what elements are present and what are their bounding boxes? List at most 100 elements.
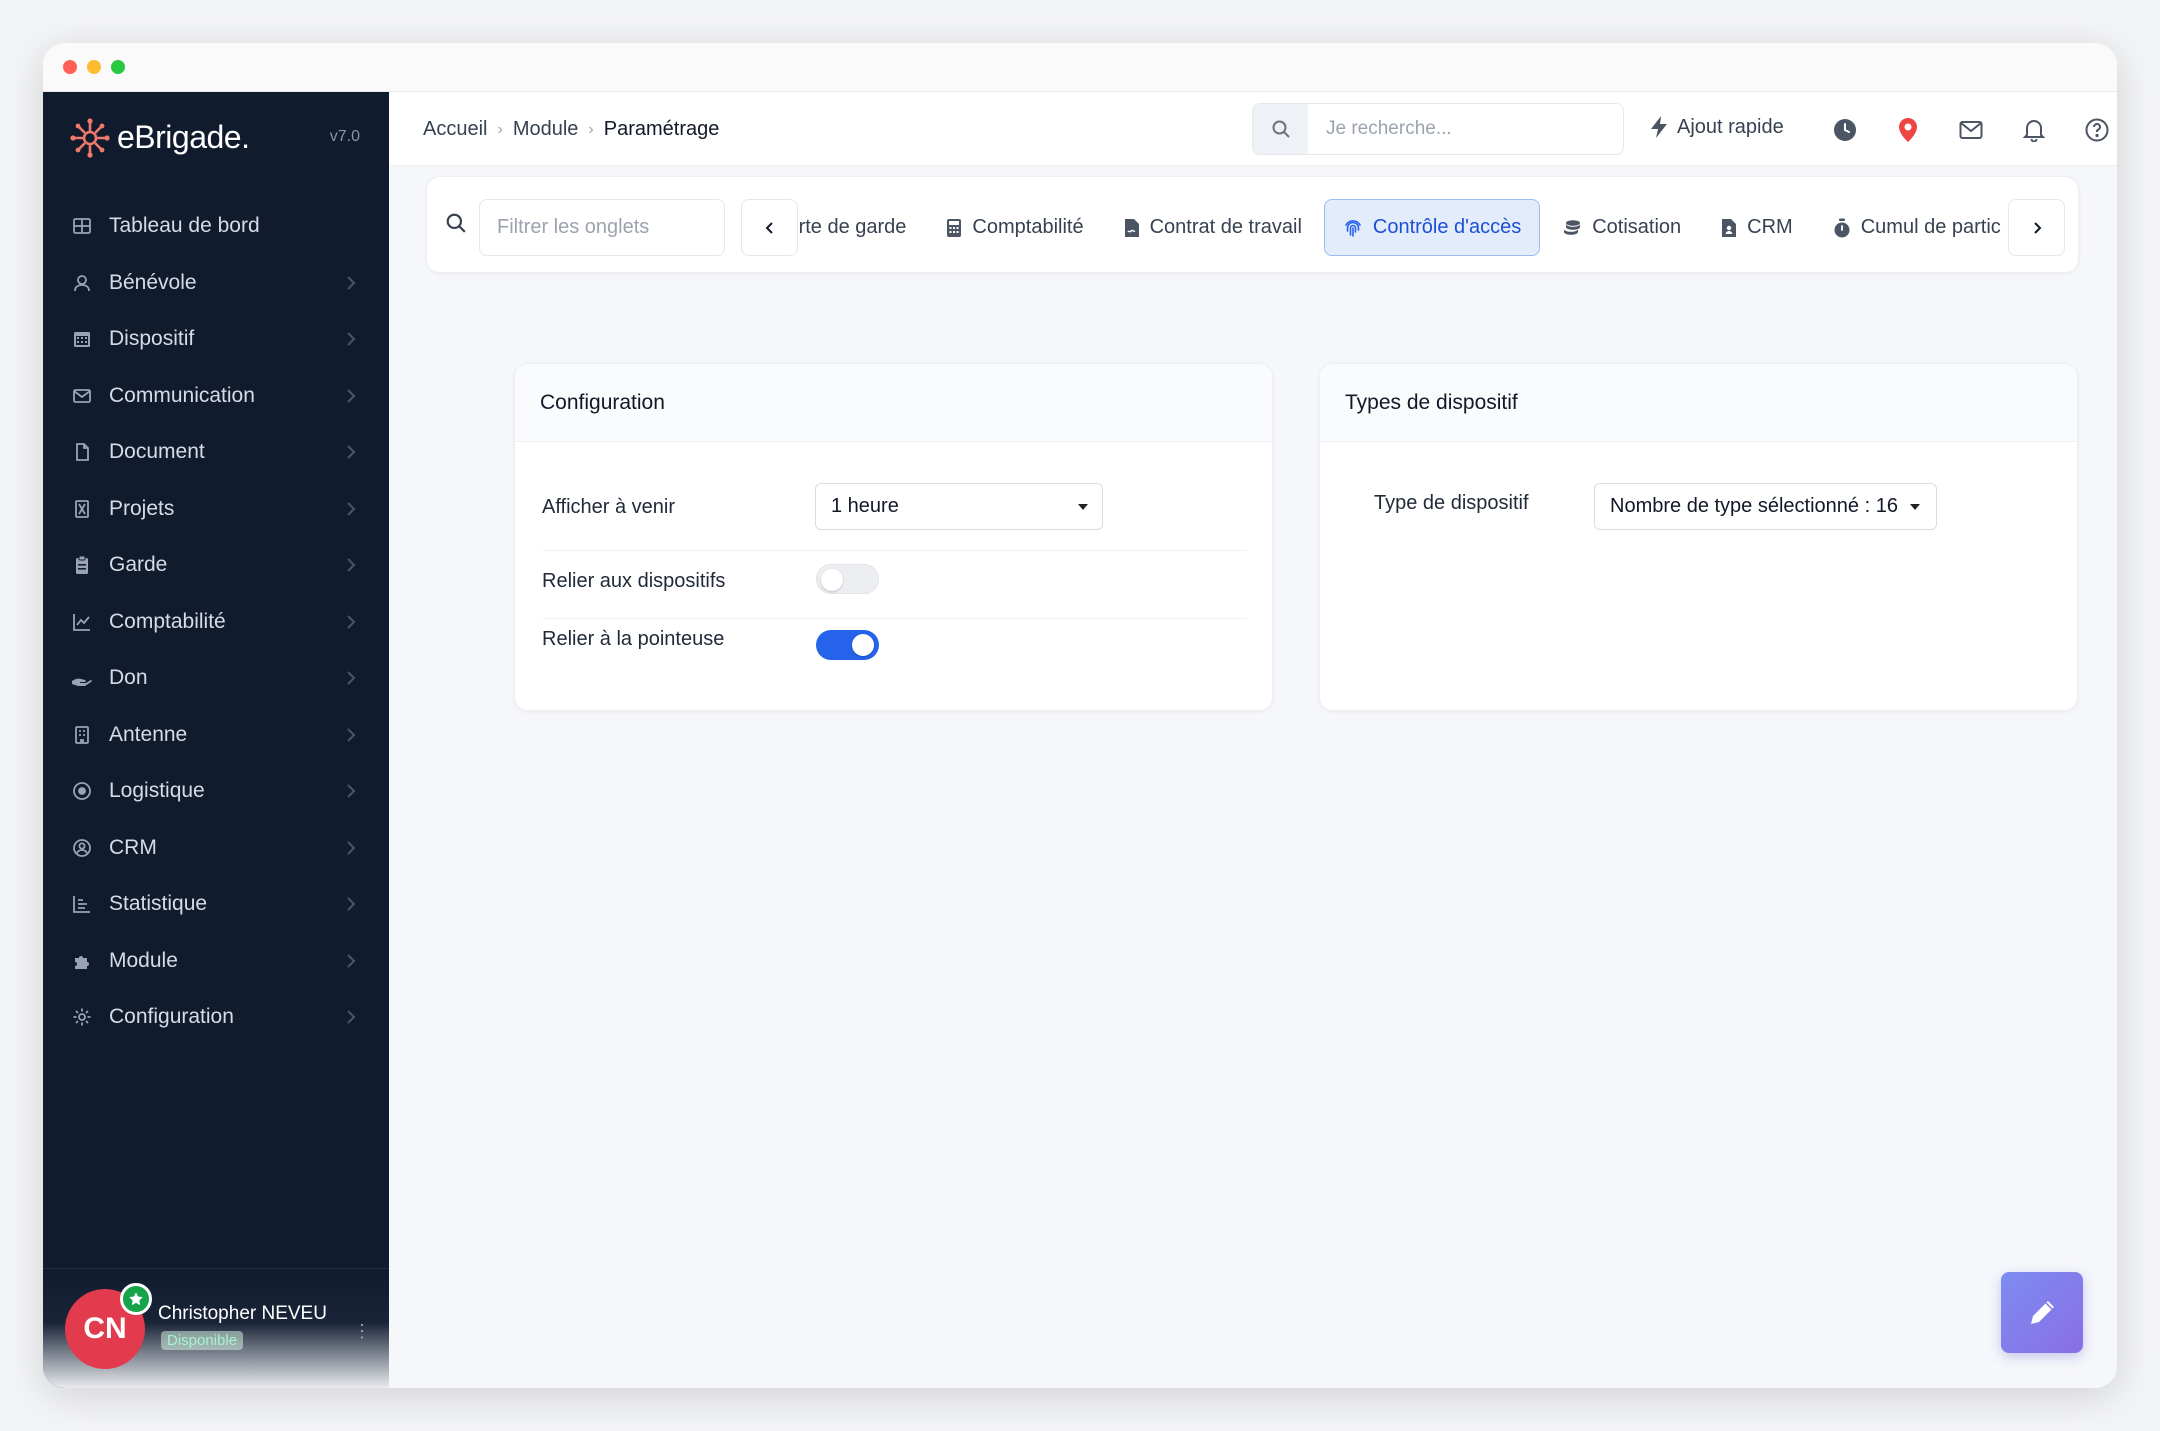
sidebar-item-label: Statistique <box>109 892 208 916</box>
sidebar-item-crm[interactable]: CRM <box>43 820 389 877</box>
sidebar-item-dispositif[interactable]: Dispositif <box>43 311 389 368</box>
breadcrumb-current: Paramétrage <box>603 118 720 140</box>
chevron-right-icon <box>347 727 356 742</box>
sidebar-item-statistique[interactable]: Statistique <box>43 876 389 933</box>
envelope-icon <box>71 385 93 407</box>
puzzle-icon <box>71 950 93 972</box>
tab-filter-input[interactable] <box>479 199 725 256</box>
tab-label: Contrat de travail <box>1149 216 1302 238</box>
link-devices-label: Relier aux dispositifs <box>542 570 726 592</box>
search-icon <box>1253 104 1308 154</box>
sidebar-item-garde[interactable]: Garde <box>43 537 389 594</box>
chevron-right-icon <box>347 501 356 516</box>
sidebar-item-document[interactable]: Document <box>43 424 389 481</box>
brand[interactable]: eBrigade. v7.0 <box>43 92 389 183</box>
breadcrumb-module[interactable]: Module <box>513 118 579 141</box>
caret-down-icon <box>1910 504 1920 510</box>
chevron-right-icon <box>347 1010 356 1024</box>
sidebar-item-benevole[interactable]: Bénévole <box>43 255 389 312</box>
app-window: eBrigade. v7.0 Tableau de bord Bénévole … <box>43 43 2117 1388</box>
sidebar-item-label: Logistique <box>109 779 205 803</box>
minimize-window-button[interactable] <box>87 60 101 74</box>
tabs-track: Carte de garde Comptabilité Contrat de t… <box>799 199 2001 256</box>
tabs-scroll-left-button[interactable] <box>741 199 798 256</box>
show-upcoming-select[interactable]: 1 heure <box>815 483 1103 530</box>
settings-tabs-bar: Carte de garde Comptabilité Contrat de t… <box>426 176 2079 273</box>
hourglass-icon <box>71 498 93 520</box>
tabs-scroll-area: Carte de garde Comptabilité Contrat de t… <box>799 199 2001 256</box>
link-clock-toggle[interactable] <box>816 630 879 660</box>
sidebar-item-comptabilite[interactable]: Comptabilité <box>43 594 389 651</box>
breadcrumb: Accueil › Module › Paramétrage <box>423 118 719 141</box>
breadcrumb-home[interactable]: Accueil <box>423 118 487 141</box>
user-panel[interactable]: CN Christopher NEVEU Disponible ⋮ <box>43 1268 389 1388</box>
chevron-right-icon <box>347 332 356 346</box>
sidebar-item-label: Bénévole <box>109 270 197 294</box>
sidebar-item-module[interactable]: Module <box>43 933 389 990</box>
bolt-icon <box>1651 116 1667 138</box>
tab-controle-d-acces[interactable]: Contrôle d'accès <box>1323 199 1541 256</box>
sidebar-item-configuration[interactable]: Configuration <box>43 989 389 1046</box>
sidebar-item-label: Don <box>109 666 148 690</box>
close-window-button[interactable] <box>63 60 77 74</box>
chevron-right-icon <box>347 953 356 968</box>
sidebar-item-label: Tableau de bord <box>109 214 260 238</box>
window-titlebar <box>43 43 2117 92</box>
status-badge: Disponible <box>161 1331 244 1350</box>
chevron-right-icon <box>347 671 356 685</box>
sidebar-item-label: Antenne <box>109 722 188 746</box>
sidebar-item-projets[interactable]: Projets <box>43 481 389 538</box>
device-type-multiselect[interactable]: Nombre de type sélectionné : 16 <box>1594 483 1937 530</box>
envelope-icon[interactable] <box>1957 116 1985 144</box>
tab-cotisation[interactable]: Cotisation <box>1544 199 1699 256</box>
quick-add-label: Ajout rapide <box>1677 115 1784 138</box>
global-search <box>1252 103 1624 155</box>
sidebar-item-label: Module <box>109 948 178 972</box>
sidebar-item-don[interactable]: Don <box>43 650 389 707</box>
calculator-icon <box>947 218 962 237</box>
chevron-right-icon <box>347 275 356 290</box>
maximize-window-button[interactable] <box>111 60 125 74</box>
chevron-right-icon <box>347 558 356 572</box>
tab-comptabilite[interactable]: Comptabilité <box>928 199 1101 256</box>
grid-icon <box>71 215 93 237</box>
configuration-card-title: Configuration <box>515 364 1272 442</box>
tab-crm[interactable]: CRM <box>1703 199 1811 256</box>
map-pin-icon[interactable] <box>1894 116 1922 144</box>
coins-icon <box>1564 219 1581 235</box>
topbar: Accueil › Module › Paramétrage Ajout rap… <box>389 92 2117 166</box>
building-icon <box>71 724 93 746</box>
chevron-right-icon <box>347 784 356 798</box>
search-input[interactable] <box>1308 104 1623 154</box>
user-circle-icon <box>71 837 93 859</box>
quick-add-button[interactable]: Ajout rapide <box>1649 115 1784 139</box>
link-devices-toggle[interactable] <box>816 564 879 594</box>
bar-chart-icon <box>71 893 93 915</box>
sidebar-item-tableau-de-bord[interactable]: Tableau de bord <box>43 198 389 255</box>
link-clock-label: Relier à la pointeuse <box>542 628 725 650</box>
chevron-right-icon <box>347 614 356 629</box>
sidebar-item-logistique[interactable]: Logistique <box>43 763 389 820</box>
clock-icon[interactable] <box>1831 116 1859 144</box>
chevron-left-icon <box>765 221 773 234</box>
edit-fab-button[interactable] <box>2001 1272 2083 1353</box>
tab-cumul-de-participation[interactable]: Cumul de participation <box>1815 199 2001 256</box>
clipboard-icon <box>71 554 93 576</box>
sidebar-item-antenne[interactable]: Antenne <box>43 707 389 764</box>
help-icon[interactable] <box>2083 116 2111 144</box>
sidebar-item-communication[interactable]: Communication <box>43 368 389 425</box>
tab-label: Contrôle d'accès <box>1372 216 1522 238</box>
app-version: v7.0 <box>329 128 360 145</box>
tab-label: Carte de garde <box>799 216 907 238</box>
sidebar-item-label: Comptabilité <box>109 609 226 633</box>
configuration-card: Configuration Afficher à venir 1 heure R… <box>514 363 1273 711</box>
caret-down-icon <box>1078 504 1088 510</box>
user-menu-icon[interactable]: ⋮ <box>353 1321 371 1342</box>
file-icon <box>71 441 93 463</box>
calendar-icon <box>71 328 93 350</box>
tab-carte-de-garde[interactable]: Carte de garde <box>799 199 924 256</box>
tab-contrat-de-travail[interactable]: Contrat de travail <box>1106 199 1320 256</box>
bell-icon[interactable] <box>2020 116 2048 144</box>
tabs-scroll-right-button[interactable] <box>2008 199 2065 256</box>
sidebar: eBrigade. v7.0 Tableau de bord Bénévole … <box>43 92 389 1388</box>
